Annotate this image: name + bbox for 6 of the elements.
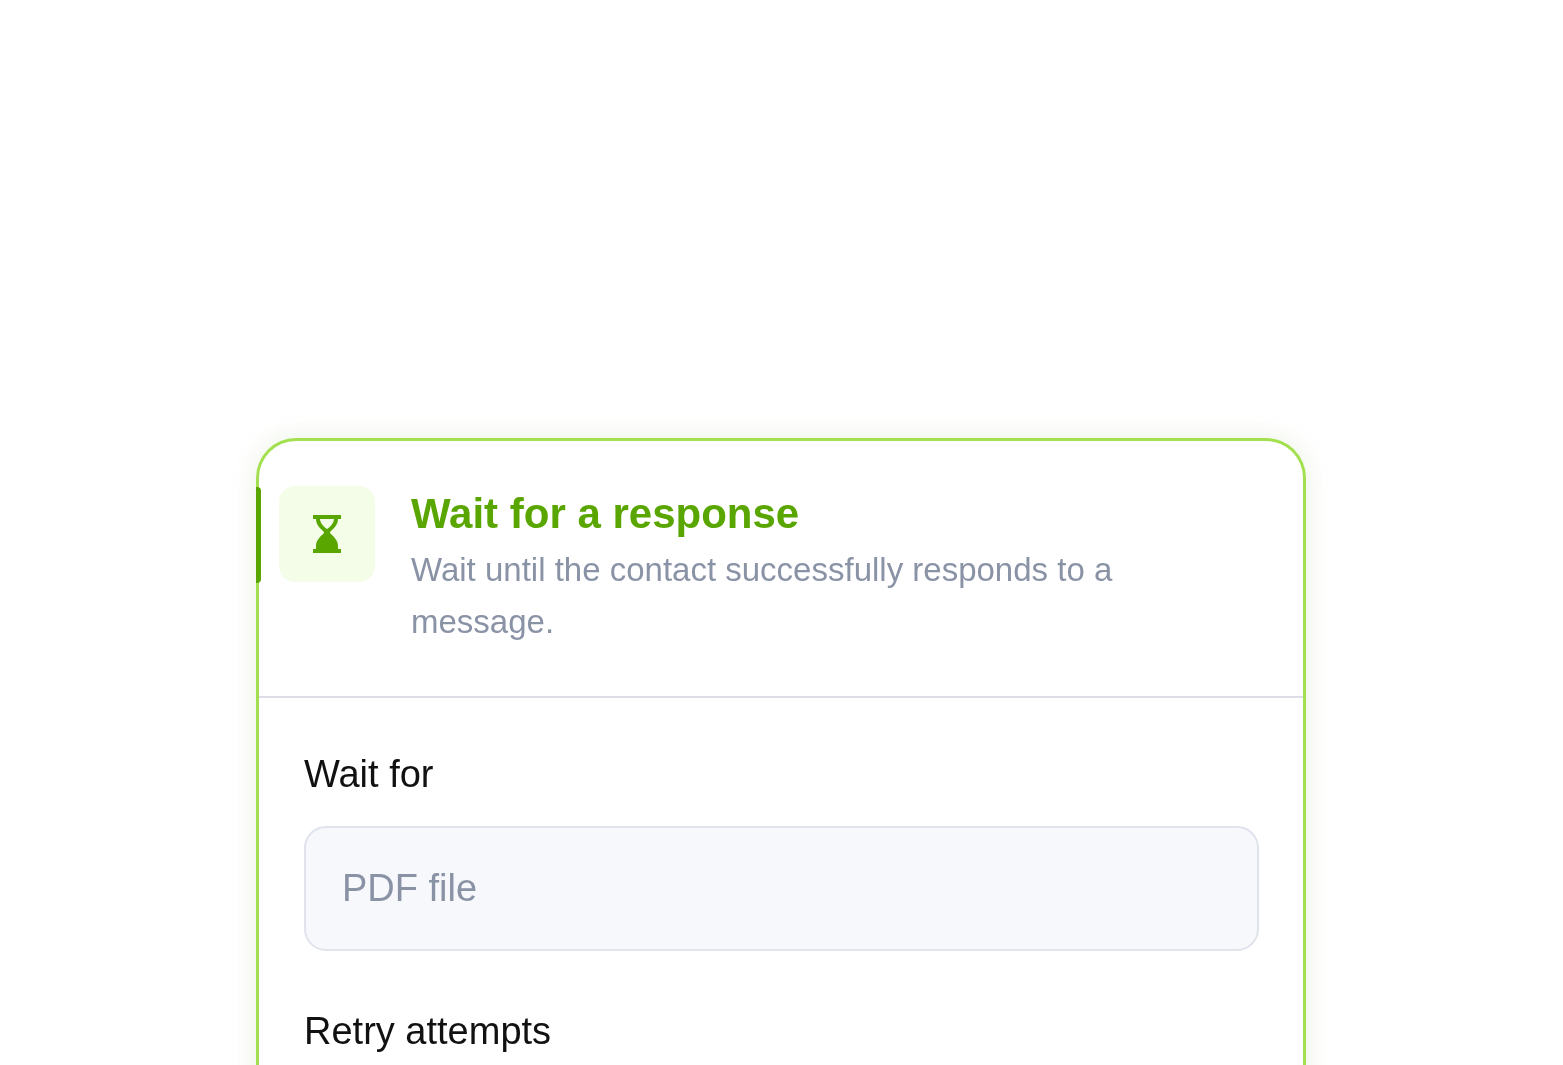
step-description: Wait until the contact successfully responds to a message.	[411, 550, 1114, 642]
step-title: Wait for a response	[411, 489, 801, 539]
hourglass-icon	[310, 513, 344, 555]
wait-for-field[interactable]: PDF file	[304, 826, 1259, 951]
field-label: Retry attempts	[304, 1009, 553, 1054]
field-label: Wait for	[304, 752, 435, 797]
